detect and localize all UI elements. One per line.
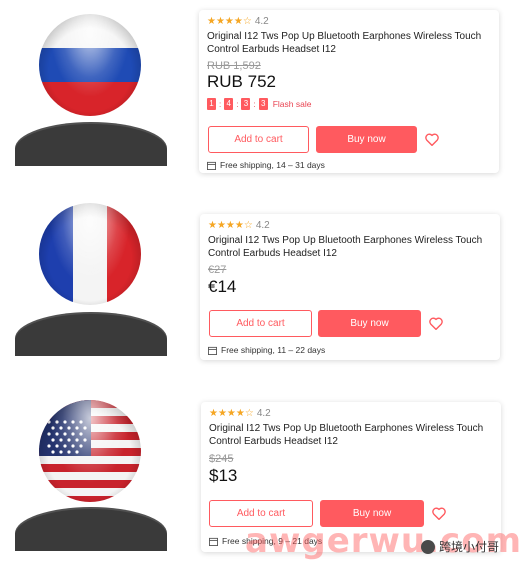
product-title[interactable]: Original I12 Tws Pop Up Bluetooth Earpho… — [208, 234, 482, 260]
avatar-body — [15, 507, 167, 551]
original-price: RUB 1,592 — [207, 60, 261, 72]
france-flag-icon — [39, 203, 141, 305]
russia-flag-icon — [39, 14, 141, 116]
product-title[interactable]: Original I12 Tws Pop Up Bluetooth Earpho… — [207, 30, 481, 56]
product-card[interactable]: ★★★★☆ 4.2 Original I12 Tws Pop Up Bluetoo… — [199, 10, 499, 173]
calendar-icon — [207, 161, 216, 170]
avatar-france — [15, 203, 167, 356]
avatar-usa — [15, 400, 167, 551]
wechat-logo-icon — [421, 539, 435, 554]
buy-now-button[interactable]: Buy now — [316, 126, 417, 153]
product-title[interactable]: Original I12 Tws Pop Up Bluetooth Earpho… — [209, 422, 483, 448]
countdown-digit: 1 — [207, 98, 216, 110]
flash-sale-label: Flash sale — [272, 99, 312, 109]
avatar-body — [15, 122, 167, 166]
add-to-cart-button[interactable]: Add to cart — [208, 126, 309, 153]
calendar-icon — [208, 346, 217, 355]
wishlist-heart-icon[interactable] — [425, 133, 439, 151]
star-rating-icon: ★★★★☆ — [208, 220, 253, 231]
calendar-icon — [209, 537, 218, 546]
countdown-digit: 3 — [241, 98, 251, 110]
original-price: €27 — [208, 264, 227, 276]
sale-price: €14 — [208, 277, 237, 296]
rating: ★★★★☆ 4.2 — [209, 408, 271, 419]
usa-flag-icon — [39, 400, 141, 502]
avatar-body — [15, 312, 167, 356]
original-price: $245 — [209, 453, 234, 465]
wishlist-heart-icon[interactable] — [429, 317, 443, 335]
star-rating-icon: ★★★★☆ — [209, 408, 254, 419]
sale-price: RUB 752 — [207, 72, 276, 91]
shipping-info: Free shipping, 14 – 31 days — [207, 160, 325, 170]
rating: ★★★★☆ 4.2 — [207, 16, 269, 27]
star-rating-icon: ★★★★☆ — [207, 16, 252, 27]
avatar-russia — [15, 14, 167, 166]
countdown-digit: 3 — [258, 98, 268, 110]
watermark-account: 跨境小付哥 — [421, 538, 499, 555]
rating: ★★★★☆ 4.2 — [208, 220, 270, 231]
buy-now-button[interactable]: Buy now — [318, 310, 421, 337]
sale-price: $13 — [209, 466, 238, 485]
add-to-cart-button[interactable]: Add to cart — [209, 310, 312, 337]
shipping-info: Free shipping, 11 – 22 days — [208, 345, 325, 355]
flash-sale-countdown: 1: 4: 3: 3 Flash sale — [207, 98, 311, 110]
product-card[interactable]: ★★★★☆ 4.2 Original I12 Tws Pop Up Bluetoo… — [200, 214, 500, 360]
countdown-digit: 4 — [224, 98, 234, 110]
